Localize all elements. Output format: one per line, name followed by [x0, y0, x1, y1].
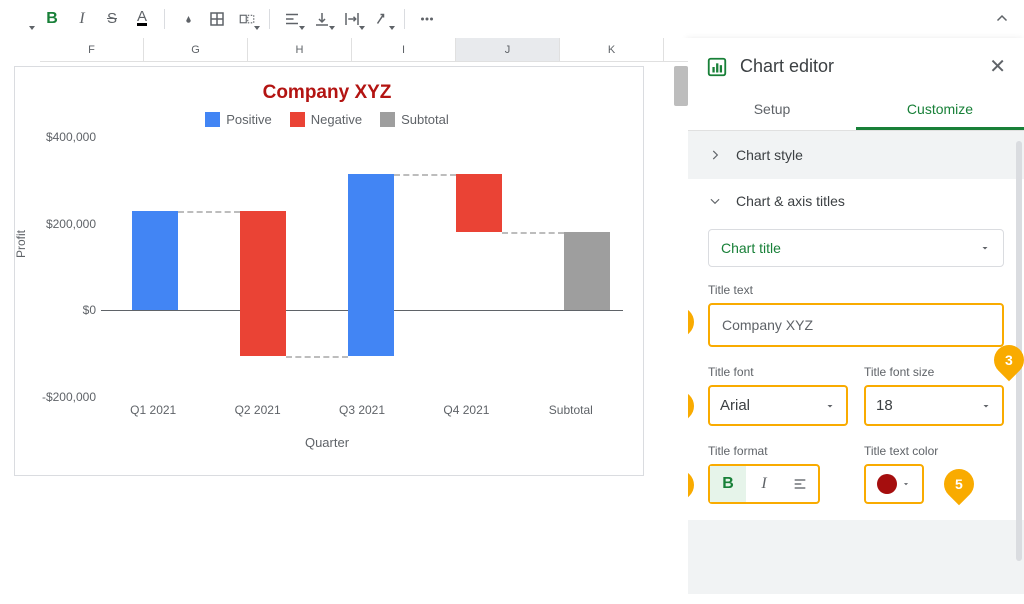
title-format-label: Title format	[708, 444, 848, 458]
fill-color-button[interactable]	[173, 5, 201, 33]
format-bold-button[interactable]: B	[710, 466, 746, 502]
col-header[interactable]: J	[456, 38, 560, 61]
sidebar-title: Chart editor	[740, 56, 834, 77]
italic-button[interactable]: I	[68, 5, 96, 33]
close-icon[interactable]: ✕	[989, 54, 1006, 79]
vertical-scrollbar[interactable]	[674, 66, 688, 106]
halign-button[interactable]	[278, 5, 306, 33]
tab-setup[interactable]: Setup	[688, 91, 856, 130]
caret-down-icon	[824, 400, 836, 412]
bar-subtotal	[564, 232, 610, 310]
more-dropdown[interactable]	[8, 5, 36, 33]
borders-button[interactable]	[203, 5, 231, 33]
chevron-right-icon	[708, 148, 722, 162]
callout-5: 5	[938, 463, 980, 505]
chart-title: Company XYZ	[21, 82, 633, 104]
title-font-size-label: Title font size	[864, 365, 1004, 379]
format-align-button[interactable]	[782, 466, 818, 502]
bar-q1-positive	[132, 211, 178, 311]
callout-4: 4	[688, 464, 700, 506]
callout-2: 2	[688, 385, 700, 427]
title-format-group: B I	[708, 464, 820, 504]
chevron-down-icon	[708, 194, 722, 208]
spreadsheet-area[interactable]: F G H I J K Company XYZ Positive Negativ…	[0, 38, 688, 604]
title-font-select[interactable]: Arial	[708, 385, 848, 426]
col-header[interactable]: I	[352, 38, 456, 61]
sidebar-tabs: Setup Customize	[688, 91, 1024, 131]
title-type-select[interactable]: Chart title	[708, 229, 1004, 267]
title-text-input[interactable]: Company XYZ	[708, 303, 1004, 347]
text-color-button[interactable]: A	[128, 5, 156, 33]
chart-legend: Positive Negative Subtotal	[21, 112, 633, 127]
title-text-color-label: Title text color	[864, 444, 1004, 458]
callout-1: 1	[688, 301, 700, 343]
embedded-chart[interactable]: Company XYZ Positive Negative Subtotal P…	[14, 66, 644, 476]
title-text-color-select[interactable]	[864, 464, 924, 504]
section-chart-axis-titles[interactable]: Chart & axis titles	[688, 179, 1024, 223]
tab-customize[interactable]: Customize	[856, 91, 1024, 130]
bar-q2-negative	[240, 211, 286, 356]
plot-area: $400,000 $200,000 $0 -$200,000	[101, 137, 623, 397]
bar-q3-positive	[348, 174, 394, 356]
col-header[interactable]: G	[144, 38, 248, 61]
more-button[interactable]	[413, 5, 441, 33]
caret-down-icon	[979, 242, 991, 254]
col-header[interactable]: H	[248, 38, 352, 61]
y-axis-label: Profit	[14, 230, 28, 258]
caret-down-icon	[901, 479, 911, 489]
title-text-label: Title text	[708, 283, 1004, 297]
strikethrough-button[interactable]: S	[98, 5, 126, 33]
section-chart-style[interactable]: Chart style	[688, 131, 1024, 179]
rotate-button[interactable]	[368, 5, 396, 33]
chart-editor-sidebar: Chart editor ✕ Setup Customize Chart sty…	[688, 38, 1024, 604]
bar-q4-negative	[456, 174, 502, 233]
x-axis-label: Quarter	[21, 435, 633, 450]
col-header[interactable]: F	[40, 38, 144, 61]
toolbar: B I S A	[0, 0, 1024, 38]
caret-down-icon	[980, 400, 992, 412]
collapse-toolbar[interactable]	[988, 5, 1016, 33]
title-font-label: Title font	[708, 365, 848, 379]
wrap-button[interactable]	[338, 5, 366, 33]
title-font-size-select[interactable]: 18	[864, 385, 1004, 426]
format-italic-button[interactable]: I	[746, 466, 782, 502]
valign-button[interactable]	[308, 5, 336, 33]
column-headers[interactable]: F G H I J K	[40, 38, 688, 62]
bold-button[interactable]: B	[38, 5, 66, 33]
col-header[interactable]: K	[560, 38, 664, 61]
chart-icon	[706, 56, 728, 78]
merge-button[interactable]	[233, 5, 261, 33]
color-swatch	[877, 474, 897, 494]
x-ticks: Q1 2021 Q2 2021 Q3 2021 Q4 2021 Subtotal	[101, 403, 623, 417]
